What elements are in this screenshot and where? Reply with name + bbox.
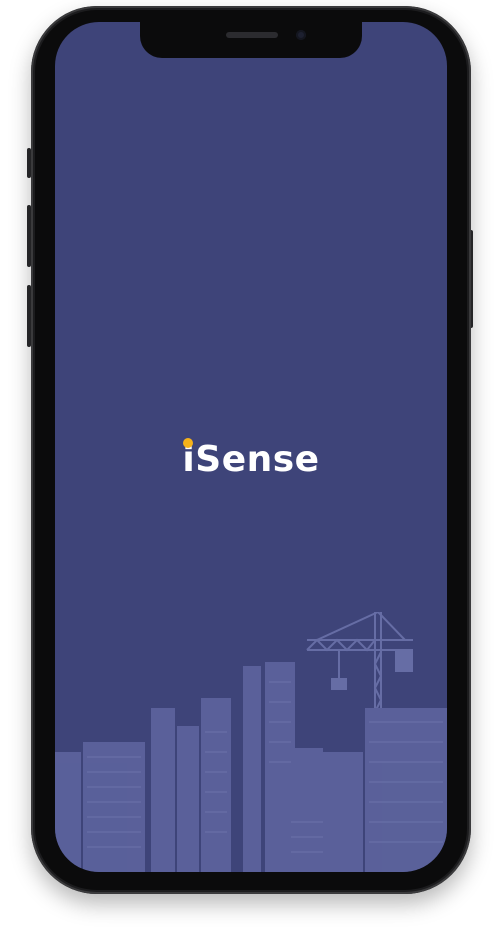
splash-screen: iSense bbox=[55, 22, 447, 872]
stage: iSense bbox=[0, 0, 502, 929]
logo-text: iSense bbox=[182, 439, 320, 480]
phone-notch bbox=[140, 20, 362, 58]
city-skyline-illustration bbox=[55, 612, 447, 872]
earpiece-speaker bbox=[226, 32, 278, 38]
front-camera-icon bbox=[296, 30, 306, 40]
app-logo: iSense bbox=[55, 438, 447, 480]
